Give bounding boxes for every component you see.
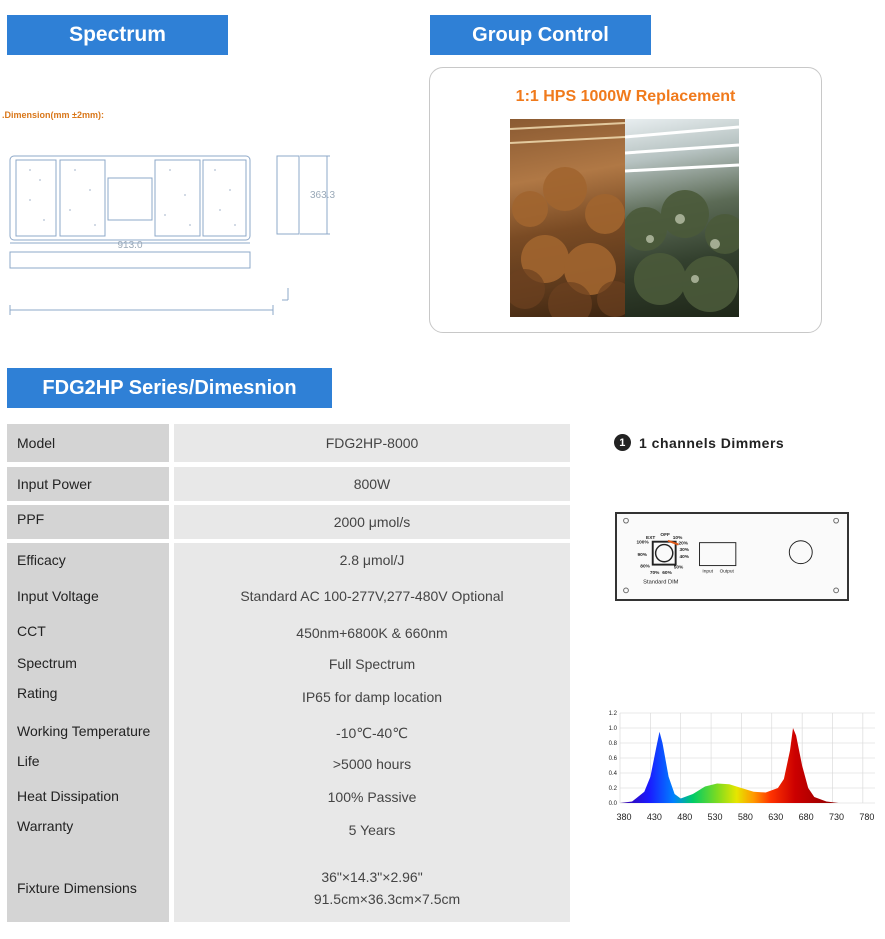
cct-label: CCT (17, 623, 46, 639)
y-tick-label: 0.4 (609, 771, 618, 777)
spectrum-banner: Spectrum (7, 15, 228, 55)
rating-value: IP65 for damp location (301, 689, 443, 705)
height-dimension-label: 363.3 (310, 190, 335, 201)
model-label: Model (7, 424, 169, 462)
knob-label-30: 30% (679, 547, 689, 553)
x-tick-label: 430 (647, 812, 662, 822)
channel-number-badge: 1 (614, 434, 631, 451)
y-tick-label: 1.0 (609, 726, 618, 732)
efficacy-value: 2.8 μmol/J (339, 552, 405, 568)
knob-label-10: 10% (673, 535, 683, 541)
x-tick-label: 580 (738, 812, 753, 822)
hps-replacement-title: 1:1 HPS 1000W Replacement (515, 88, 736, 105)
y-tick-label: 0.6 (609, 756, 618, 762)
power-label: Input Power (7, 467, 169, 501)
knob-label-40: 40% (679, 554, 689, 560)
led-bar-1 (15, 159, 57, 237)
model-value: FDG2HP-8000 (174, 424, 570, 462)
led-grow-photo (625, 119, 739, 317)
dimmer-title: 1 1 channels Dimmers (614, 434, 784, 451)
knob-label-80: 80% (640, 563, 650, 569)
table-row-ppf: PPF 2000 μmol/s (7, 505, 570, 539)
fixture-end-view (276, 155, 300, 235)
output-label: Output (720, 568, 735, 574)
screw-hole-icon (833, 587, 839, 594)
y-tick-label: 1.2 (609, 711, 618, 717)
temp-label: Working Temperature (17, 723, 151, 739)
x-tick-label: 780 (859, 812, 874, 822)
spectrum-value: Full Spectrum (328, 656, 416, 672)
table-row-dimensions: Fixture Dimensions 36"×14.3"×2.96" 91.5c… (7, 853, 570, 922)
table-row-power: Input Power 800W (7, 467, 570, 501)
dims-value: 36"×14.3"×2.96" 91.5cm×36.3cm×7.5cm (174, 853, 570, 922)
knob-label-60: 60% (662, 570, 672, 576)
heat-label: Heat Dissipation (17, 788, 119, 804)
temp-value: -10℃-40℃ (336, 725, 408, 741)
efficacy-label: Efficacy (17, 552, 66, 568)
warranty-label: Warranty (17, 818, 74, 834)
knob-label-70: 70% (650, 570, 660, 576)
dims-value-imperial: 36"×14.3"×2.96" (321, 868, 423, 885)
rating-label: Rating (17, 685, 58, 701)
voltage-value: Standard AC 100-277V,277-480V Optional (240, 588, 504, 604)
group-control-card: 1:1 HPS 1000W Replacement (429, 67, 822, 333)
knob-label-off: OFF (660, 532, 670, 538)
y-tick-label: 0.2 (609, 786, 618, 792)
spectrum-label: Spectrum (17, 655, 77, 671)
series-dimension-banner: FDG2HP Series/Dimesnion (7, 368, 332, 408)
power-value: 800W (174, 467, 570, 501)
y-tick-labels: 0.0 0.2 0.4 0.6 0.8 1.0 1.2 (609, 711, 618, 807)
knob-label-50: 50% (674, 564, 684, 570)
spectrum-chart: 380 430 480 530 580 630 680 730 780 0.0 0.2 0.4 0.6… (609, 711, 875, 822)
x-tick-label: 680 (799, 812, 814, 822)
dims-value-metric: 91.5cm×36.3cm×7.5cm (313, 890, 461, 907)
x-tick-label: 380 (616, 812, 631, 822)
x-tick-label: 480 (677, 812, 692, 822)
knob-label-20: 20% (679, 541, 689, 547)
life-value: >5000 hours (332, 756, 412, 772)
life-label: Life (17, 753, 40, 769)
knob-label-90: 90% (637, 552, 647, 558)
led-bar-4 (202, 159, 247, 237)
group-control-banner: Group Control (430, 15, 651, 55)
ppf-label: PPF (7, 505, 169, 539)
dimension-drawing: 913.0 363.3 (9, 155, 335, 315)
voltage-label: Input Voltage (17, 588, 99, 604)
signal-port[interactable] (699, 542, 737, 567)
standard-dim-label: Standard DIM (643, 580, 679, 586)
led-bar-2 (59, 159, 106, 237)
screw-hole-icon (623, 517, 629, 524)
driver-box (107, 177, 153, 221)
dimmer-knob-icon[interactable] (654, 543, 674, 563)
input-label: Input (702, 568, 713, 574)
dimmer-panel: EXT OFF 10% 20% 30% 100% 40% 90% 50% 80%… (615, 512, 849, 601)
warranty-value: 5 Years (348, 822, 396, 838)
knob-label-100: 100% (636, 540, 649, 546)
heat-value: 100% Passive (327, 789, 417, 805)
dimension-caption: .Dimension(mm ±2mm): (2, 110, 104, 120)
led-bar-3 (154, 159, 201, 237)
ppf-value: 2000 μmol/s (174, 505, 570, 539)
screw-hole-icon (623, 587, 629, 594)
screw-hole-icon (833, 517, 839, 524)
cable-gland-icon (788, 540, 813, 565)
fixture-side-view (9, 251, 251, 269)
y-tick-label: 0.8 (609, 741, 618, 747)
y-tick-label: 0.0 (609, 801, 618, 807)
fixture-top-view (9, 155, 251, 241)
x-tick-label: 630 (768, 812, 783, 822)
cct-value: 450nm+6800K & 660nm (296, 625, 448, 641)
table-row-model: Model FDG2HP-8000 (7, 424, 570, 462)
hps-grow-photo (510, 119, 625, 317)
x-tick-label: 730 (829, 812, 844, 822)
x-tick-labels: 380 430 480 530 580 630 680 730 780 (616, 812, 874, 822)
dimmer-title-text: 1 channels Dimmers (639, 434, 785, 451)
dims-label: Fixture Dimensions (17, 879, 137, 896)
x-tick-label: 530 (708, 812, 723, 822)
width-dimension-label: 913.0 (117, 240, 142, 251)
